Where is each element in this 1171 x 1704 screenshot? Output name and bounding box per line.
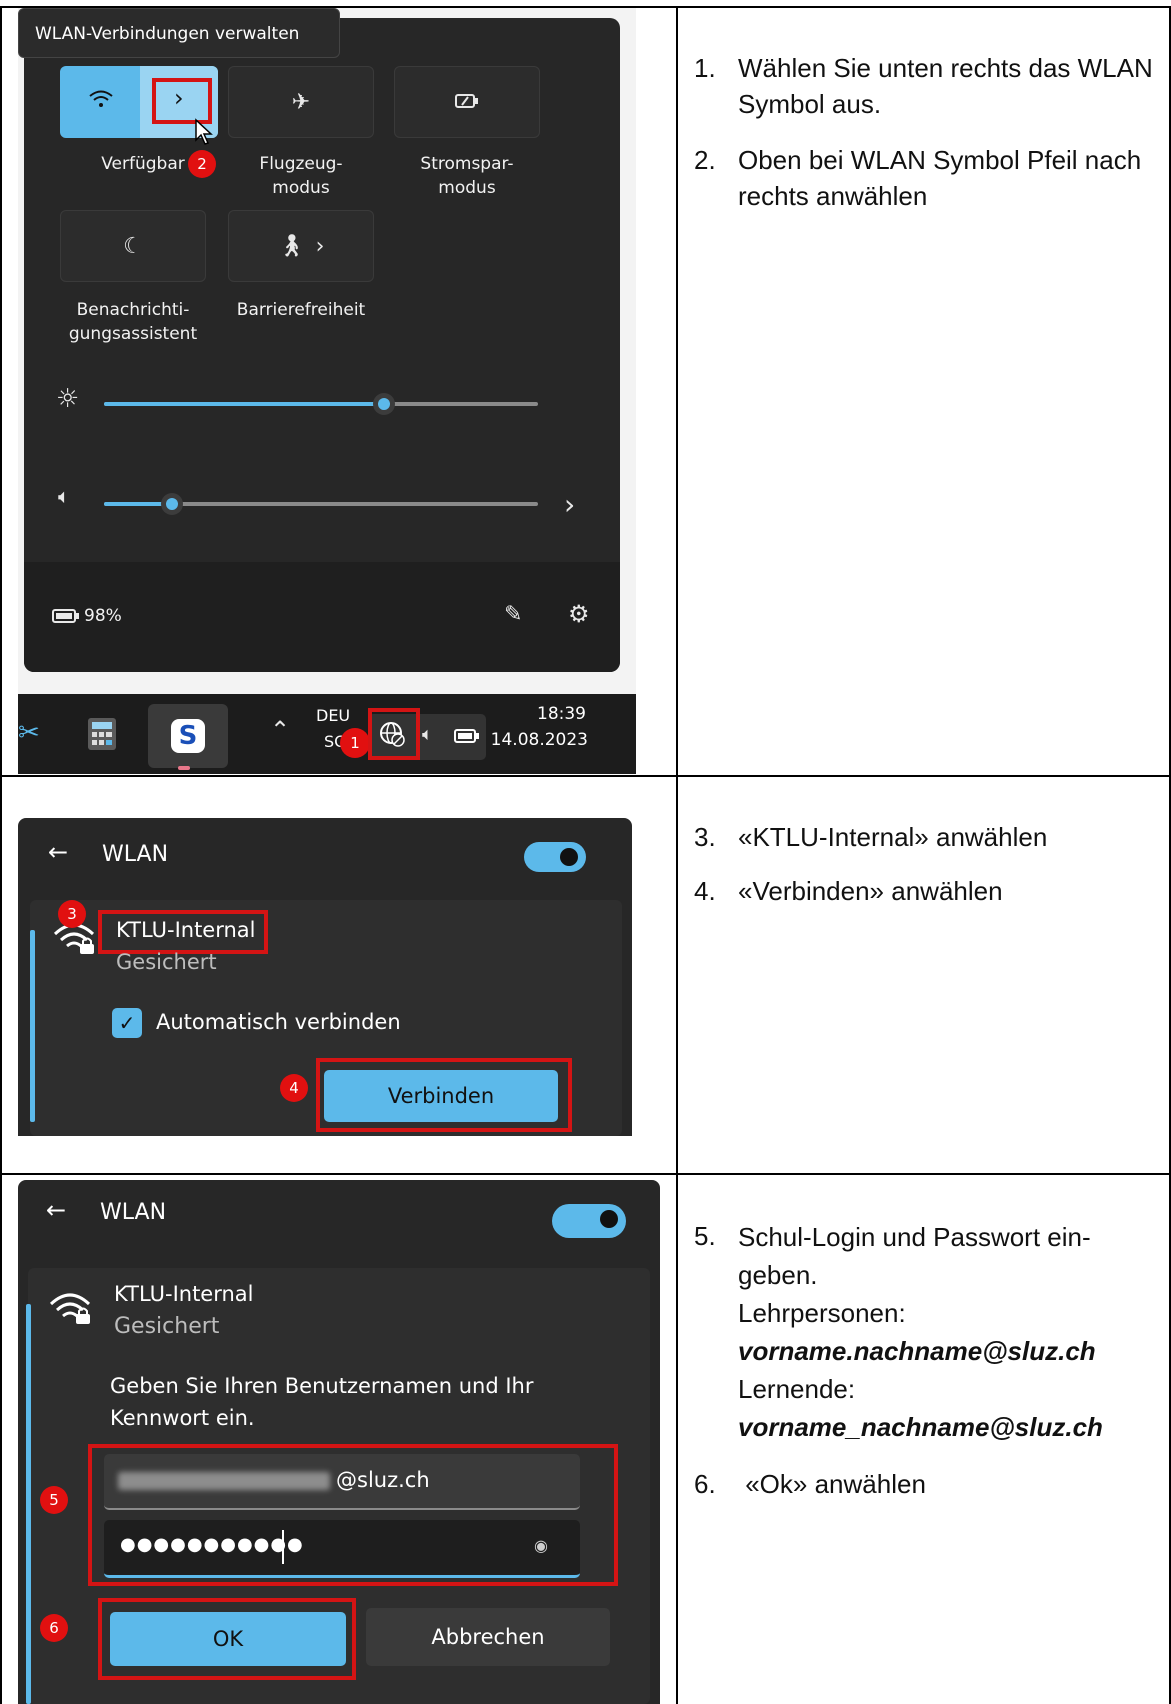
cancel-button[interactable]: Abbrechen	[366, 1608, 610, 1666]
table-border-left	[0, 6, 2, 1704]
airplane-tile[interactable]: ✈	[228, 66, 374, 138]
wlan-toggle[interactable]	[552, 1204, 626, 1238]
step-number: 1.	[694, 53, 716, 83]
step-number: 5.	[694, 1221, 716, 1251]
network-name: KTLU-Internal	[114, 1282, 254, 1306]
wlan-list-screenshot: ← WLAN 3 KTLU-Internal Gesichert ✓ Autom…	[18, 818, 632, 1136]
password-mask: ●●●●●●●●●●●	[120, 1534, 304, 1555]
step-badge-3: 3	[58, 900, 86, 928]
step-text: «Ok» anwählen	[738, 1469, 926, 1499]
battery-percentage: 98%	[84, 606, 122, 626]
step-text: «KTLU-Internal» anwählen	[738, 822, 1048, 852]
wifi-icon	[88, 88, 114, 116]
step-text: Wählen Sie unten rechts das WLAN Symbol …	[738, 53, 1153, 119]
step-badge-4: 4	[280, 1074, 308, 1102]
quick-settings-panel: › ✈ Verfügbar 2 Flugzeug- modus Stromspa…	[24, 18, 620, 672]
table-border-mid	[676, 6, 678, 1704]
quick-settings-screenshot: › ✈ Verfügbar 2 Flugzeug- modus Stromspa…	[18, 8, 636, 774]
volume-slider-thumb[interactable]	[161, 493, 183, 515]
accessibility-tile[interactable]: 🚶︎ ›	[228, 210, 374, 282]
accessibility-icon: 🚶︎	[277, 233, 306, 259]
wlan-title: WLAN	[102, 842, 169, 867]
focus-assist-tile[interactable]: ☾	[60, 210, 206, 282]
brightness-slider-thumb[interactable]	[373, 393, 395, 415]
network-name[interactable]: KTLU-Internal	[116, 918, 256, 942]
wlan-title: WLAN	[100, 1200, 167, 1225]
tile-label-accessibility: Barrierefreiheit	[236, 300, 366, 320]
clock-time[interactable]: 18:39	[528, 704, 586, 724]
wlan-login-screenshot: ← WLAN KTLU-Internal Gesichert Geben Sie…	[18, 1180, 660, 1704]
network-status: Gesichert	[114, 1314, 220, 1339]
auto-connect-checkbox[interactable]: ✓	[112, 1008, 142, 1038]
network-selected-indicator	[30, 930, 35, 1122]
gear-icon[interactable]: ⚙	[568, 600, 590, 628]
step-5-learners-label: Lernende:	[738, 1374, 856, 1404]
step-5-teachers-format: vorname.nachname@sluz.ch	[738, 1336, 1096, 1366]
step-5-learners-format: vorname_nachname@sluz.ch	[738, 1412, 1103, 1442]
auto-connect-label: Automatisch verbinden	[156, 1010, 401, 1034]
chevron-up-icon[interactable]: ⌃	[270, 716, 290, 744]
brightness-icon: ☼	[56, 384, 80, 414]
checkmark-icon: ✓	[118, 1011, 136, 1035]
table-row-divider-2	[0, 1173, 1171, 1175]
table-row-divider-1	[0, 775, 1171, 777]
step-5-teachers-label: Lehrpersonen:	[738, 1298, 906, 1328]
battery-icon	[52, 608, 80, 628]
chevron-right-icon: ›	[315, 233, 325, 259]
step-badge-5: 5	[40, 1486, 68, 1514]
back-arrow-icon[interactable]: ←	[46, 1196, 66, 1224]
app-s-icon[interactable]: S	[148, 704, 228, 768]
moon-icon: ☾	[123, 233, 143, 259]
login-prompt: Geben Sie Ihren Benutzernamen und Ihr Ke…	[110, 1374, 534, 1430]
step-number: 4.	[694, 876, 716, 906]
wlan-toggle[interactable]	[524, 842, 586, 872]
network-status: Gesichert	[116, 950, 217, 974]
speaker-tray-icon[interactable]: 🔈︎	[422, 724, 433, 745]
text-cursor	[282, 1530, 284, 1564]
connect-button[interactable]: Verbinden	[324, 1070, 558, 1122]
taskbar: ✂ S ⌃ DEU SG 1 🔈︎ 18:39 14.08.2023	[18, 694, 636, 774]
username-suffix: @sluz.ch	[336, 1468, 430, 1492]
reveal-password-icon[interactable]: ◉	[534, 1536, 548, 1555]
tile-label-airplane: Flugzeug- modus	[259, 154, 343, 198]
volume-chevron-right-icon[interactable]: ›	[564, 488, 575, 521]
speaker-icon: 🔈︎	[58, 484, 70, 508]
back-arrow-icon[interactable]: ←	[48, 838, 68, 866]
network-selected-indicator	[26, 1304, 31, 1704]
highlight-network-icon	[368, 708, 420, 760]
step-text: «Verbinden» anwählen	[738, 876, 1003, 906]
tooltip: WLAN-Verbindungen verwalten	[18, 8, 340, 58]
step-number: 3.	[694, 822, 716, 852]
password-field[interactable]: ●●●●●●●●●●● ◉	[104, 1520, 580, 1578]
tile-label-focus-assist: Benachrichti- gungsassistent	[68, 300, 198, 344]
keyboard-language-line1[interactable]: DEU	[316, 706, 350, 725]
username-field[interactable]: @sluz.ch	[104, 1454, 580, 1510]
step-badge-6: 6	[40, 1614, 68, 1642]
step-badge-1: 1	[340, 728, 370, 758]
wifi-lock-icon	[48, 1286, 94, 1330]
battery-saver-icon	[454, 90, 480, 115]
app-s-running-indicator	[178, 766, 190, 770]
chevron-right-icon[interactable]: ›	[174, 84, 184, 112]
step-badge-2: 2	[188, 150, 216, 178]
ok-button[interactable]: OK	[110, 1612, 346, 1666]
snipping-tool-icon[interactable]: ✂	[18, 718, 40, 748]
step-number: 2.	[694, 145, 716, 175]
battery-saver-tile[interactable]	[394, 66, 540, 138]
battery-tray-icon[interactable]	[454, 728, 480, 748]
step-5-intro: Schul-Login und Passwort ein-geben.	[738, 1222, 1091, 1290]
tile-label-battery-saver: Stromspar- modus	[420, 154, 514, 198]
mouse-cursor-icon	[194, 118, 214, 150]
calculator-icon[interactable]	[86, 716, 118, 756]
clock-date[interactable]: 14.08.2023	[480, 730, 588, 750]
username-blurred	[118, 1472, 330, 1490]
airplane-icon: ✈	[291, 89, 311, 115]
step-text: Schul-Login und Passwort ein-geben. Lehr…	[738, 1218, 1158, 1446]
brightness-slider-fill	[104, 402, 384, 406]
edit-icon[interactable]: ✎	[504, 602, 522, 627]
step-number: 6.	[694, 1469, 716, 1499]
step-text: Oben bei WLAN Symbol Pfeil nach rechts a…	[738, 145, 1142, 211]
